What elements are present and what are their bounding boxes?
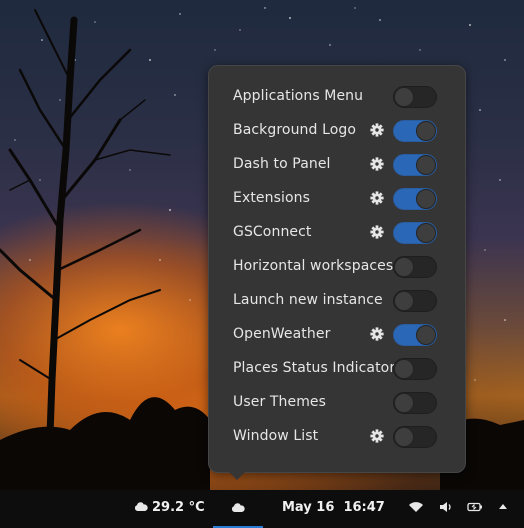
extension-name-label: Horizontal workspaces <box>233 258 394 274</box>
extensions-popup-menu: Applications Menu Background Logo Dash to … <box>208 65 466 473</box>
extension-name-label: Background Logo <box>233 122 357 138</box>
extension-toggle-switch[interactable] <box>393 188 437 210</box>
extension-toggle-switch[interactable] <box>393 120 437 142</box>
gear-icon[interactable] <box>370 225 384 239</box>
extension-toggle-switch[interactable] <box>393 256 437 278</box>
extension-toggle-switch[interactable] <box>393 392 437 414</box>
toggle-knob <box>394 257 414 277</box>
clock-date: May 16 <box>282 500 335 515</box>
extension-name-label: Applications Menu <box>233 88 364 104</box>
menu-triangle-icon <box>498 504 507 509</box>
extension-row: Applications Menu <box>209 80 465 114</box>
volume-icon <box>439 502 451 512</box>
extension-row: Dash to Panel <box>209 148 465 182</box>
toggle-knob <box>416 223 436 243</box>
extension-row: Extensions <box>209 182 465 216</box>
toggle-knob <box>416 189 436 209</box>
gear-icon[interactable] <box>370 191 384 205</box>
toggle-knob <box>394 359 414 379</box>
weather-cloud-icon <box>231 503 245 512</box>
extension-toggle-switch[interactable] <box>393 426 437 448</box>
extension-toggle-switch[interactable] <box>393 358 437 380</box>
extension-row: Launch new instance <box>209 284 465 318</box>
extension-toggle-switch[interactable] <box>393 222 437 244</box>
extension-toggle-switch[interactable] <box>393 324 437 346</box>
extension-name-label: Extensions <box>233 190 311 206</box>
extension-name-label: GSConnect <box>233 224 312 240</box>
weather-icon-button[interactable] <box>231 502 245 517</box>
battery-icon <box>467 502 483 512</box>
extension-name-label: Dash to Panel <box>233 156 331 172</box>
wifi-icon <box>409 502 423 512</box>
extension-row: Window List <box>209 420 465 454</box>
toggle-knob <box>416 155 436 175</box>
system-status-area[interactable] <box>408 501 508 517</box>
extension-toggle-switch[interactable] <box>393 86 437 108</box>
top-bar-panel: 29.2 °C May 16 16:47 <box>0 490 524 528</box>
gear-icon[interactable] <box>370 157 384 171</box>
extension-name-label: Launch new instance <box>233 292 383 308</box>
extension-row: GSConnect <box>209 216 465 250</box>
toggle-knob <box>394 87 414 107</box>
extension-toggle-switch[interactable] <box>393 290 437 312</box>
gear-icon[interactable] <box>370 429 384 443</box>
toggle-knob <box>416 325 436 345</box>
gear-icon[interactable] <box>370 327 384 341</box>
extension-row: Horizontal workspaces <box>209 250 465 284</box>
gear-icon[interactable] <box>370 123 384 137</box>
extension-toggle-switch[interactable] <box>393 154 437 176</box>
clock-button[interactable]: May 16 16:47 <box>282 500 385 515</box>
extension-row: User Themes <box>209 386 465 420</box>
extension-name-label: Window List <box>233 428 319 444</box>
extension-name-label: OpenWeather <box>233 326 331 342</box>
extension-name-label: Places Status Indicator <box>233 360 396 376</box>
clock-time: 16:47 <box>343 500 385 515</box>
toggle-knob <box>394 291 414 311</box>
cloud-icon <box>134 502 148 511</box>
popup-pointer <box>228 471 246 480</box>
weather-indicator[interactable]: 29.2 °C <box>134 500 205 515</box>
toggle-knob <box>416 121 436 141</box>
extension-row: Background Logo <box>209 114 465 148</box>
weather-temperature: 29.2 °C <box>152 500 205 515</box>
toggle-knob <box>394 393 414 413</box>
extension-row: Places Status Indicator <box>209 352 465 386</box>
extension-name-label: User Themes <box>233 394 327 410</box>
extension-row: OpenWeather <box>209 318 465 352</box>
toggle-knob <box>394 427 414 447</box>
